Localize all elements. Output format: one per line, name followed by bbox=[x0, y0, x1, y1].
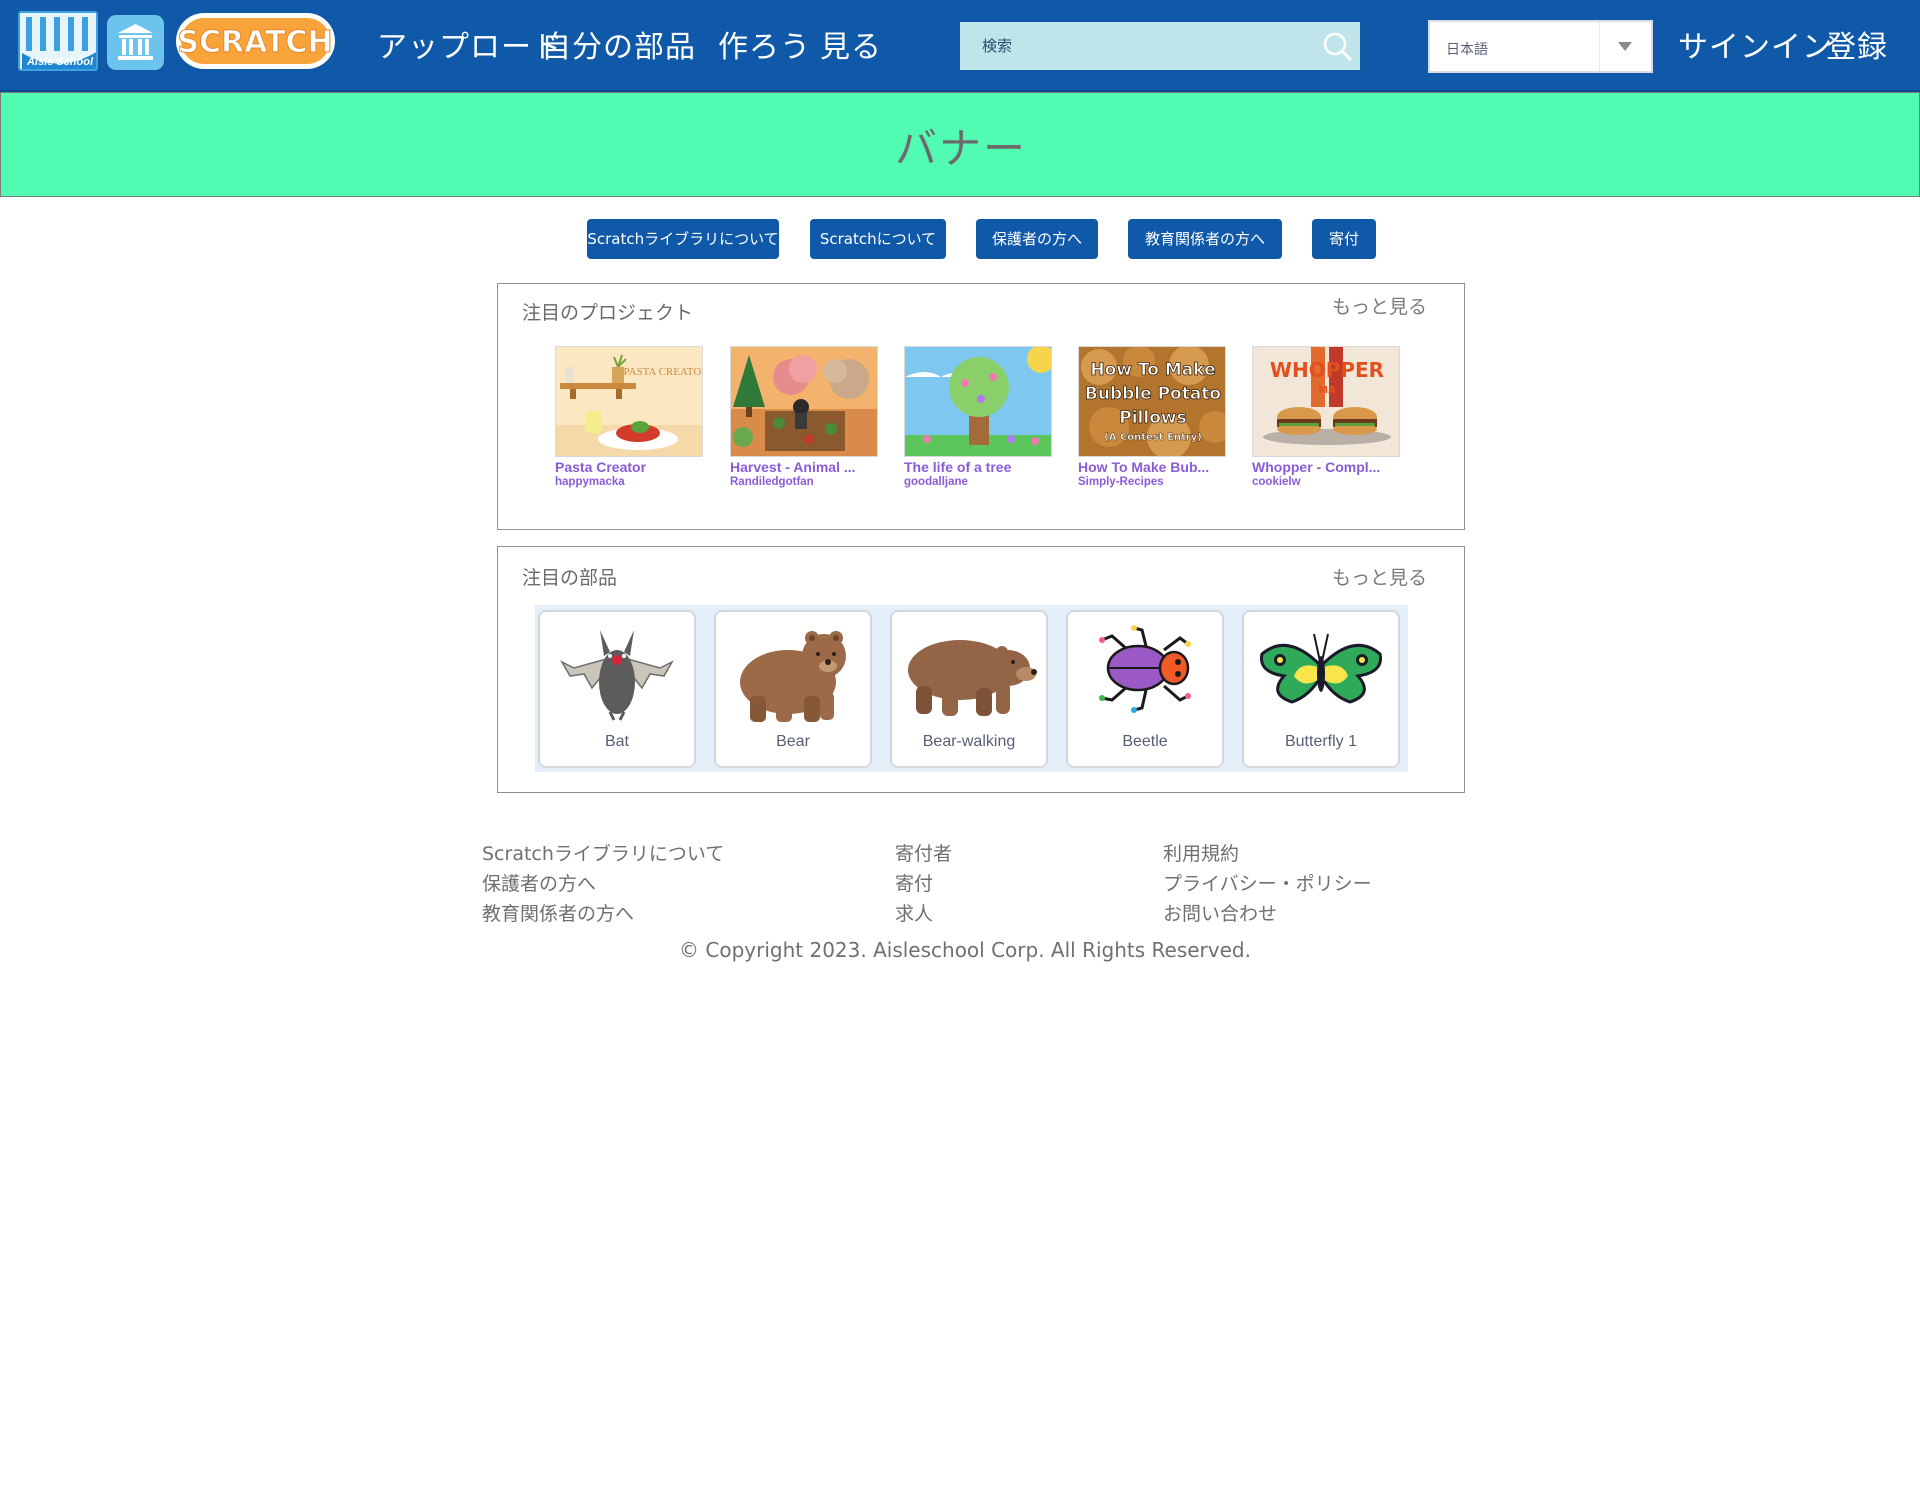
sprite-name: Beetle bbox=[1122, 733, 1168, 750]
project-title[interactable]: Whopper - Compl... bbox=[1252, 459, 1392, 475]
project-author[interactable]: cookielw bbox=[1252, 476, 1400, 488]
project-thumbnail[interactable]: WHOPPER MA bbox=[1252, 346, 1400, 457]
footer-link[interactable]: プライバシー・ポリシー bbox=[1163, 869, 1372, 896]
about-library-button[interactable]: Scratchライブラリについて bbox=[587, 219, 779, 259]
footer-link[interactable]: 保護者の方へ bbox=[482, 869, 596, 896]
footer-link[interactable]: お問い合わせ bbox=[1163, 899, 1277, 926]
project-title[interactable]: Harvest - Animal ... bbox=[730, 459, 870, 475]
see-more-link[interactable]: もっと見る bbox=[1332, 292, 1427, 319]
sprite-name: Butterfly 1 bbox=[1284, 733, 1358, 750]
project-author[interactable]: Simply-Recipes bbox=[1078, 476, 1226, 488]
for-educators-button[interactable]: 教育関係者の方へ bbox=[1128, 219, 1282, 259]
project-card[interactable]: WHOPPER MA Whopper - Compl... cookielw bbox=[1252, 346, 1400, 488]
library-icon[interactable] bbox=[107, 15, 164, 70]
svg-text:MA: MA bbox=[1318, 385, 1336, 396]
language-select[interactable]: 日本語 bbox=[1428, 20, 1653, 73]
svg-text:SCRATCH: SCRATCH bbox=[177, 25, 332, 60]
project-card[interactable]: PASTA CREATOR Pasta Creator happymacka bbox=[555, 346, 703, 488]
project-title[interactable]: The life of a tree bbox=[904, 459, 1044, 475]
search-icon[interactable] bbox=[1322, 31, 1352, 61]
search-input[interactable] bbox=[960, 22, 1312, 70]
bat-icon bbox=[544, 616, 690, 728]
donate-button[interactable]: 寄付 bbox=[1312, 219, 1376, 259]
sprite-card[interactable]: Bat bbox=[538, 610, 696, 768]
project-card[interactable]: Harvest - Animal ... Randiledgotfan bbox=[730, 346, 878, 488]
svg-text:How To Make: How To Make bbox=[1090, 360, 1215, 380]
project-thumbnail[interactable]: How To Make Bubble Potato Pillows (A Con… bbox=[1078, 346, 1226, 457]
sprite-name: Bat bbox=[604, 733, 629, 750]
sprite-name: Bear bbox=[776, 733, 810, 750]
project-thumbnail[interactable] bbox=[730, 346, 878, 457]
see-more-link[interactable]: もっと見る bbox=[1332, 563, 1427, 590]
project-author[interactable]: Randiledgotfan bbox=[730, 476, 878, 488]
search-box bbox=[960, 22, 1360, 70]
register-link[interactable]: 登録 bbox=[1826, 22, 1888, 66]
about-scratch-button[interactable]: Scratchについて bbox=[810, 219, 946, 259]
project-author[interactable]: goodalljane bbox=[904, 476, 1052, 488]
footer-link[interactable]: 寄付 bbox=[895, 869, 933, 896]
sprite-card[interactable]: Bear-walking bbox=[890, 610, 1048, 768]
svg-text:PASTA CREATOR: PASTA CREATOR bbox=[623, 366, 703, 378]
butterfly-icon bbox=[1248, 616, 1394, 728]
svg-text:(A Contest Entry): (A Contest Entry) bbox=[1104, 432, 1202, 443]
svg-text:WHOPPER: WHOPPER bbox=[1270, 358, 1384, 382]
section-title: 注目の部品 bbox=[522, 567, 618, 589]
footer-link[interactable]: 寄付者 bbox=[895, 839, 952, 866]
for-parents-button[interactable]: 保護者の方へ bbox=[976, 219, 1098, 259]
sprite-card[interactable]: Beetle bbox=[1066, 610, 1224, 768]
footer-link[interactable]: Scratchライブラリについて bbox=[482, 839, 724, 866]
featured-projects-section: 注目のプロジェクト もっと見る PASTA CREATOR Pasta Crea… bbox=[497, 283, 1465, 530]
sprite-list: Bat Bear Bear-walking Beetle Butterfly 1 bbox=[535, 605, 1408, 772]
nav-create[interactable]: 作ろう bbox=[718, 22, 811, 66]
footer-link[interactable]: 利用規約 bbox=[1163, 839, 1239, 866]
bear-icon bbox=[720, 616, 866, 728]
nav-explore[interactable]: 見る bbox=[820, 22, 882, 66]
project-author[interactable]: happymacka bbox=[555, 476, 703, 488]
footer-link[interactable]: 求人 bbox=[895, 899, 933, 926]
project-card[interactable]: The life of a tree goodalljane bbox=[904, 346, 1052, 488]
sprite-card[interactable]: Butterfly 1 bbox=[1242, 610, 1400, 768]
nav-upload[interactable]: アップロード bbox=[377, 22, 563, 66]
nav-my-parts[interactable]: 自分の部品 bbox=[541, 22, 696, 66]
sprite-card[interactable]: Bear bbox=[714, 610, 872, 768]
svg-text:Pillows: Pillows bbox=[1119, 408, 1186, 428]
language-value: 日本語 bbox=[1446, 42, 1488, 58]
svg-text:Aisle School: Aisle School bbox=[26, 56, 94, 68]
svg-text:Bubble Potato: Bubble Potato bbox=[1085, 384, 1221, 404]
project-thumbnail[interactable] bbox=[904, 346, 1052, 457]
beetle-icon bbox=[1072, 616, 1218, 728]
banner-text: バナー bbox=[894, 124, 1027, 173]
featured-sprites-section: 注目の部品 もっと見る Bat Bear Bear-walking Beetle… bbox=[497, 546, 1465, 793]
aisle-school-logo[interactable]: Aisle School bbox=[18, 11, 98, 71]
top-navbar: Aisle School SCRATCH アップロード 自分の部品 作ろう 見る bbox=[0, 0, 1920, 92]
signin-link[interactable]: サインイン bbox=[1678, 22, 1833, 66]
bear-walking-icon bbox=[896, 616, 1042, 728]
section-title: 注目のプロジェクト bbox=[522, 302, 694, 324]
footer-link[interactable]: 教育関係者の方へ bbox=[482, 899, 634, 926]
sprite-name: Bear-walking bbox=[922, 733, 1016, 750]
project-card[interactable]: How To Make Bubble Potato Pillows (A Con… bbox=[1078, 346, 1226, 488]
banner: バナー bbox=[0, 92, 1920, 197]
scratch-logo[interactable]: SCRATCH bbox=[174, 10, 337, 72]
project-title[interactable]: How To Make Bub... bbox=[1078, 459, 1218, 475]
chevron-down-icon[interactable] bbox=[1599, 22, 1651, 71]
project-thumbnail[interactable]: PASTA CREATOR bbox=[555, 346, 703, 457]
project-title[interactable]: Pasta Creator bbox=[555, 459, 695, 475]
copyright: © Copyright 2023. Aisleschool Corp. All … bbox=[679, 938, 1251, 962]
